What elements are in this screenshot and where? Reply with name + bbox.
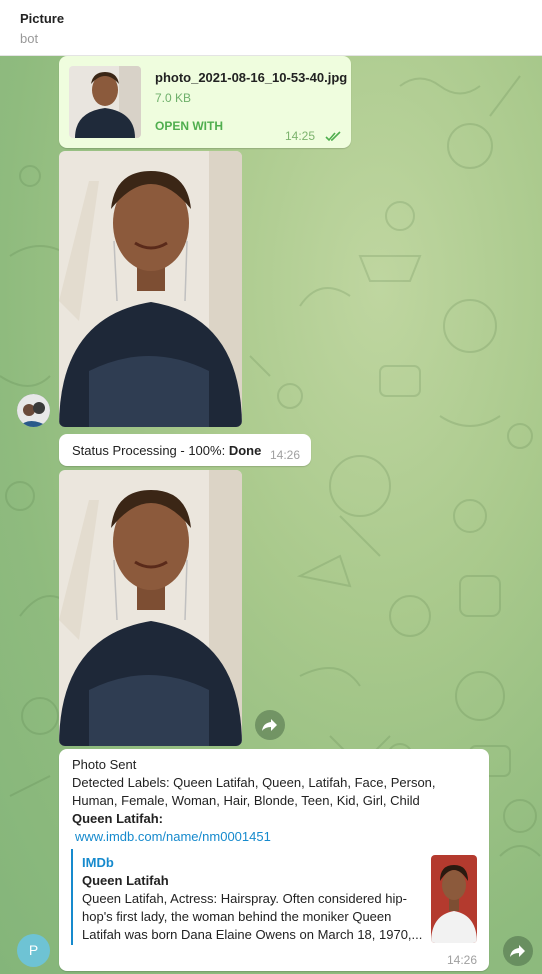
photo-image (59, 151, 242, 427)
result-message[interactable]: Photo Sent Detected Labels: Queen Latifa… (59, 749, 489, 971)
preview-title: Queen Latifah (82, 873, 169, 888)
double-check-icon (325, 131, 341, 142)
photo-message[interactable] (59, 470, 242, 746)
avatar-image (17, 394, 50, 427)
bot-avatar-initial: P (28, 942, 39, 958)
preview-site-name: IMDb (82, 855, 114, 870)
chat-title[interactable]: Picture (20, 11, 64, 26)
forward-arrow-icon (262, 719, 277, 731)
result-name-label: Queen Latifah: (72, 811, 164, 826)
status-prefix: Status Processing - 100%: (72, 443, 229, 458)
preview-thumbnail[interactable] (431, 855, 477, 943)
message-time: 14:25 (285, 129, 316, 143)
file-size: 7.0 KB (155, 91, 192, 105)
message-time: 14:26 (270, 448, 301, 462)
forward-button[interactable] (255, 710, 285, 740)
chat-area[interactable]: photo_2021-08-16_10-53-40.jpg 7.0 KB OPE… (0, 56, 542, 974)
result-line-3: Human, Female, Woman, Hair, Blonde, Teen… (72, 793, 420, 808)
status-done: Done (228, 443, 262, 458)
status-message[interactable]: Status Processing - 100%: Done 14:26 (59, 434, 311, 466)
forward-arrow-icon (510, 945, 525, 957)
chat-subtitle: bot (20, 31, 39, 46)
photo-thumbnail-image (69, 66, 141, 138)
forward-button[interactable] (503, 936, 533, 966)
result-line-2: Detected Labels: Queen Latifah, Queen, L… (72, 775, 436, 790)
preview-image (431, 855, 477, 943)
preview-description-2: hop's first lady, the woman behind the m… (82, 909, 392, 924)
bot-avatar[interactable]: P (17, 934, 50, 967)
chat-header: Picture bot (0, 0, 542, 56)
photo-message[interactable] (59, 151, 242, 427)
result-line-1: Photo Sent (72, 757, 137, 772)
sender-avatar[interactable] (17, 394, 50, 427)
photo-image (59, 470, 242, 746)
preview-description-1: Queen Latifah, Actress: Hairspray. Often… (82, 891, 407, 906)
file-thumbnail[interactable] (69, 66, 141, 138)
link-preview[interactable]: IMDb Queen Latifah Queen Latifah, Actres… (71, 849, 481, 945)
status-text: Status Processing - 100%: Done (72, 443, 261, 458)
imdb-link[interactable]: www.imdb.com/name/nm0001451 (75, 829, 271, 844)
preview-description-3: Latifah was born Dana Elaine Owens on Ma… (82, 927, 423, 942)
message-time: 14:26 (447, 953, 478, 967)
file-name[interactable]: photo_2021-08-16_10-53-40.jpg (155, 70, 347, 85)
open-with-button[interactable]: OPEN WITH (155, 119, 223, 133)
file-message[interactable]: photo_2021-08-16_10-53-40.jpg 7.0 KB OPE… (59, 56, 351, 148)
